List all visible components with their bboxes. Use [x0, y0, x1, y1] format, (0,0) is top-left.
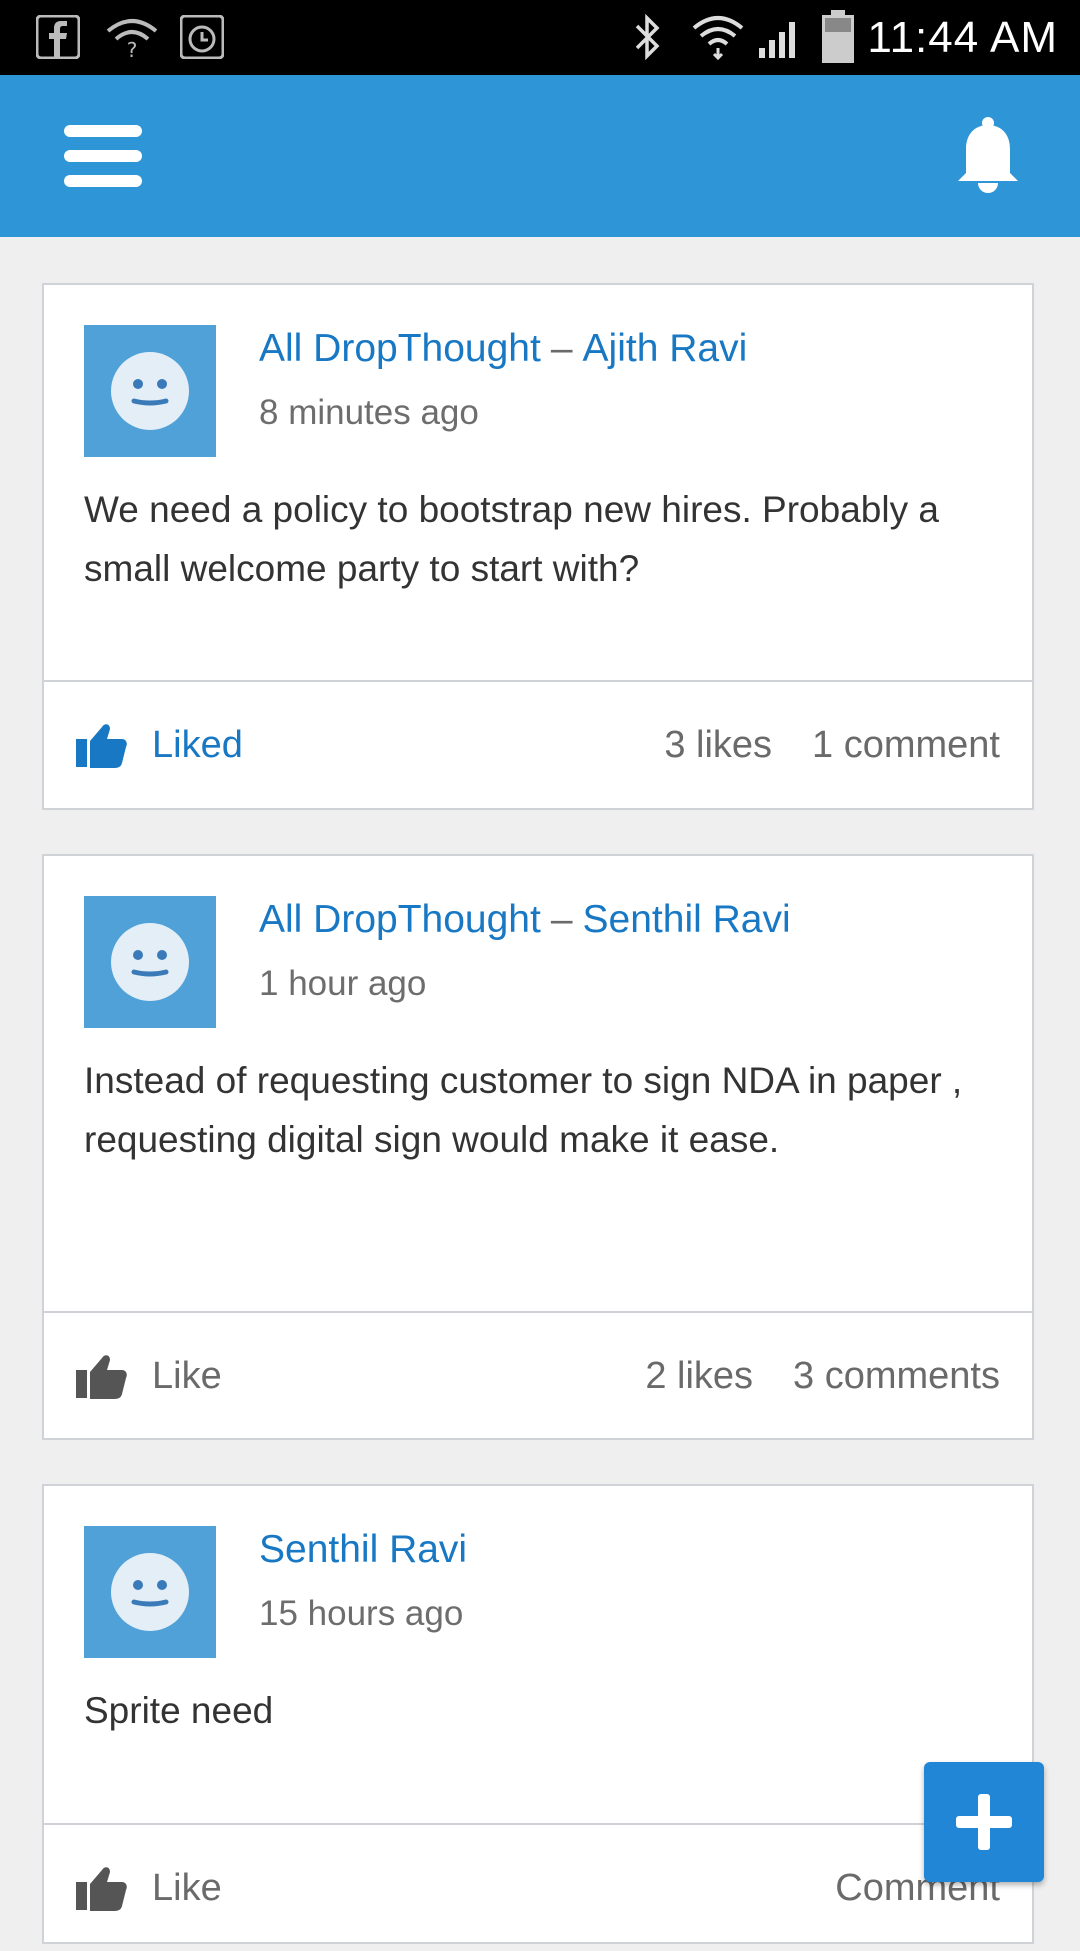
likes-count[interactable]: 3 likes: [664, 724, 772, 767]
signal-icon: [756, 12, 804, 62]
smiley-face-icon: [111, 923, 189, 1001]
plus-icon: [956, 1794, 1012, 1850]
smiley-face-icon: [111, 1553, 189, 1631]
alarm-icon: [178, 12, 226, 62]
comments-count[interactable]: 3 comments: [793, 1355, 1000, 1398]
post-footer: Like 2 likes 3 comments: [44, 1311, 1032, 1439]
avatar[interactable]: [84, 325, 216, 457]
like-label: Liked: [152, 723, 243, 766]
post-footer: Like Comment: [44, 1823, 1032, 1951]
post-footer: Liked 3 likes 1 comment: [44, 680, 1032, 808]
group-link[interactable]: All DropThought: [259, 898, 541, 941]
status-time: 11:44 AM: [867, 13, 1058, 62]
author-link[interactable]: Senthil Ravi: [583, 898, 791, 941]
title-separator: –: [550, 898, 573, 941]
post-stats: 3 likes 1 comment: [664, 682, 1000, 808]
post-text: Instead of requesting customer to sign N…: [84, 1060, 963, 1160]
group-link[interactable]: All DropThought: [259, 327, 541, 370]
wifi-question-icon: ?: [104, 12, 160, 62]
bluetooth-icon: [628, 12, 668, 62]
like-button[interactable]: Like: [76, 1825, 222, 1951]
post-card: All DropThought – Ajith Ravi 8 minutes ago…: [42, 283, 1034, 810]
add-post-button[interactable]: [924, 1762, 1044, 1882]
like-button[interactable]: Like: [76, 1313, 222, 1439]
author-link[interactable]: Senthil Ravi: [259, 1528, 467, 1571]
comments-count[interactable]: 1 comment: [812, 724, 1000, 767]
bell-icon[interactable]: [956, 117, 1026, 197]
smiley-face-icon: [111, 352, 189, 430]
battery-icon: [818, 10, 858, 63]
facebook-icon: [34, 12, 82, 62]
avatar[interactable]: [84, 1526, 216, 1658]
post-time: 8 minutes ago: [259, 393, 479, 432]
thumbs-up-icon: [76, 1867, 127, 1911]
app-bar: [0, 75, 1080, 237]
post-time: 15 hours ago: [259, 1594, 464, 1633]
post-title: All DropThought – Ajith Ravi: [259, 327, 747, 371]
post-card: All DropThought – Senthil Ravi 1 hour ago …: [42, 854, 1034, 1440]
like-label: Like: [152, 1354, 222, 1397]
post-title: All DropThought – Senthil Ravi: [259, 898, 791, 942]
thumbs-up-icon: [76, 1355, 127, 1399]
svg-text:?: ?: [127, 38, 138, 59]
post-text: Sprite need: [84, 1690, 274, 1731]
title-separator: –: [550, 327, 573, 370]
post-title: Senthil Ravi: [259, 1528, 467, 1572]
like-button[interactable]: Liked: [76, 682, 243, 808]
thumbs-up-icon: [76, 724, 127, 768]
post-text: We need a policy to bootstrap new hires.…: [84, 489, 939, 589]
post-stats: 2 likes 3 comments: [645, 1313, 1000, 1439]
post-time: 1 hour ago: [259, 964, 427, 1003]
author-link[interactable]: Ajith Ravi: [583, 327, 748, 370]
hamburger-menu-icon[interactable]: [64, 125, 142, 187]
like-label: Like: [152, 1866, 222, 1909]
status-bar: ? 11:44 AM: [0, 0, 1080, 75]
avatar[interactable]: [84, 896, 216, 1028]
wifi-icon: [690, 12, 746, 62]
post-card: Senthil Ravi 15 hours ago Sprite need Li…: [42, 1484, 1034, 1944]
likes-count[interactable]: 2 likes: [645, 1355, 753, 1398]
